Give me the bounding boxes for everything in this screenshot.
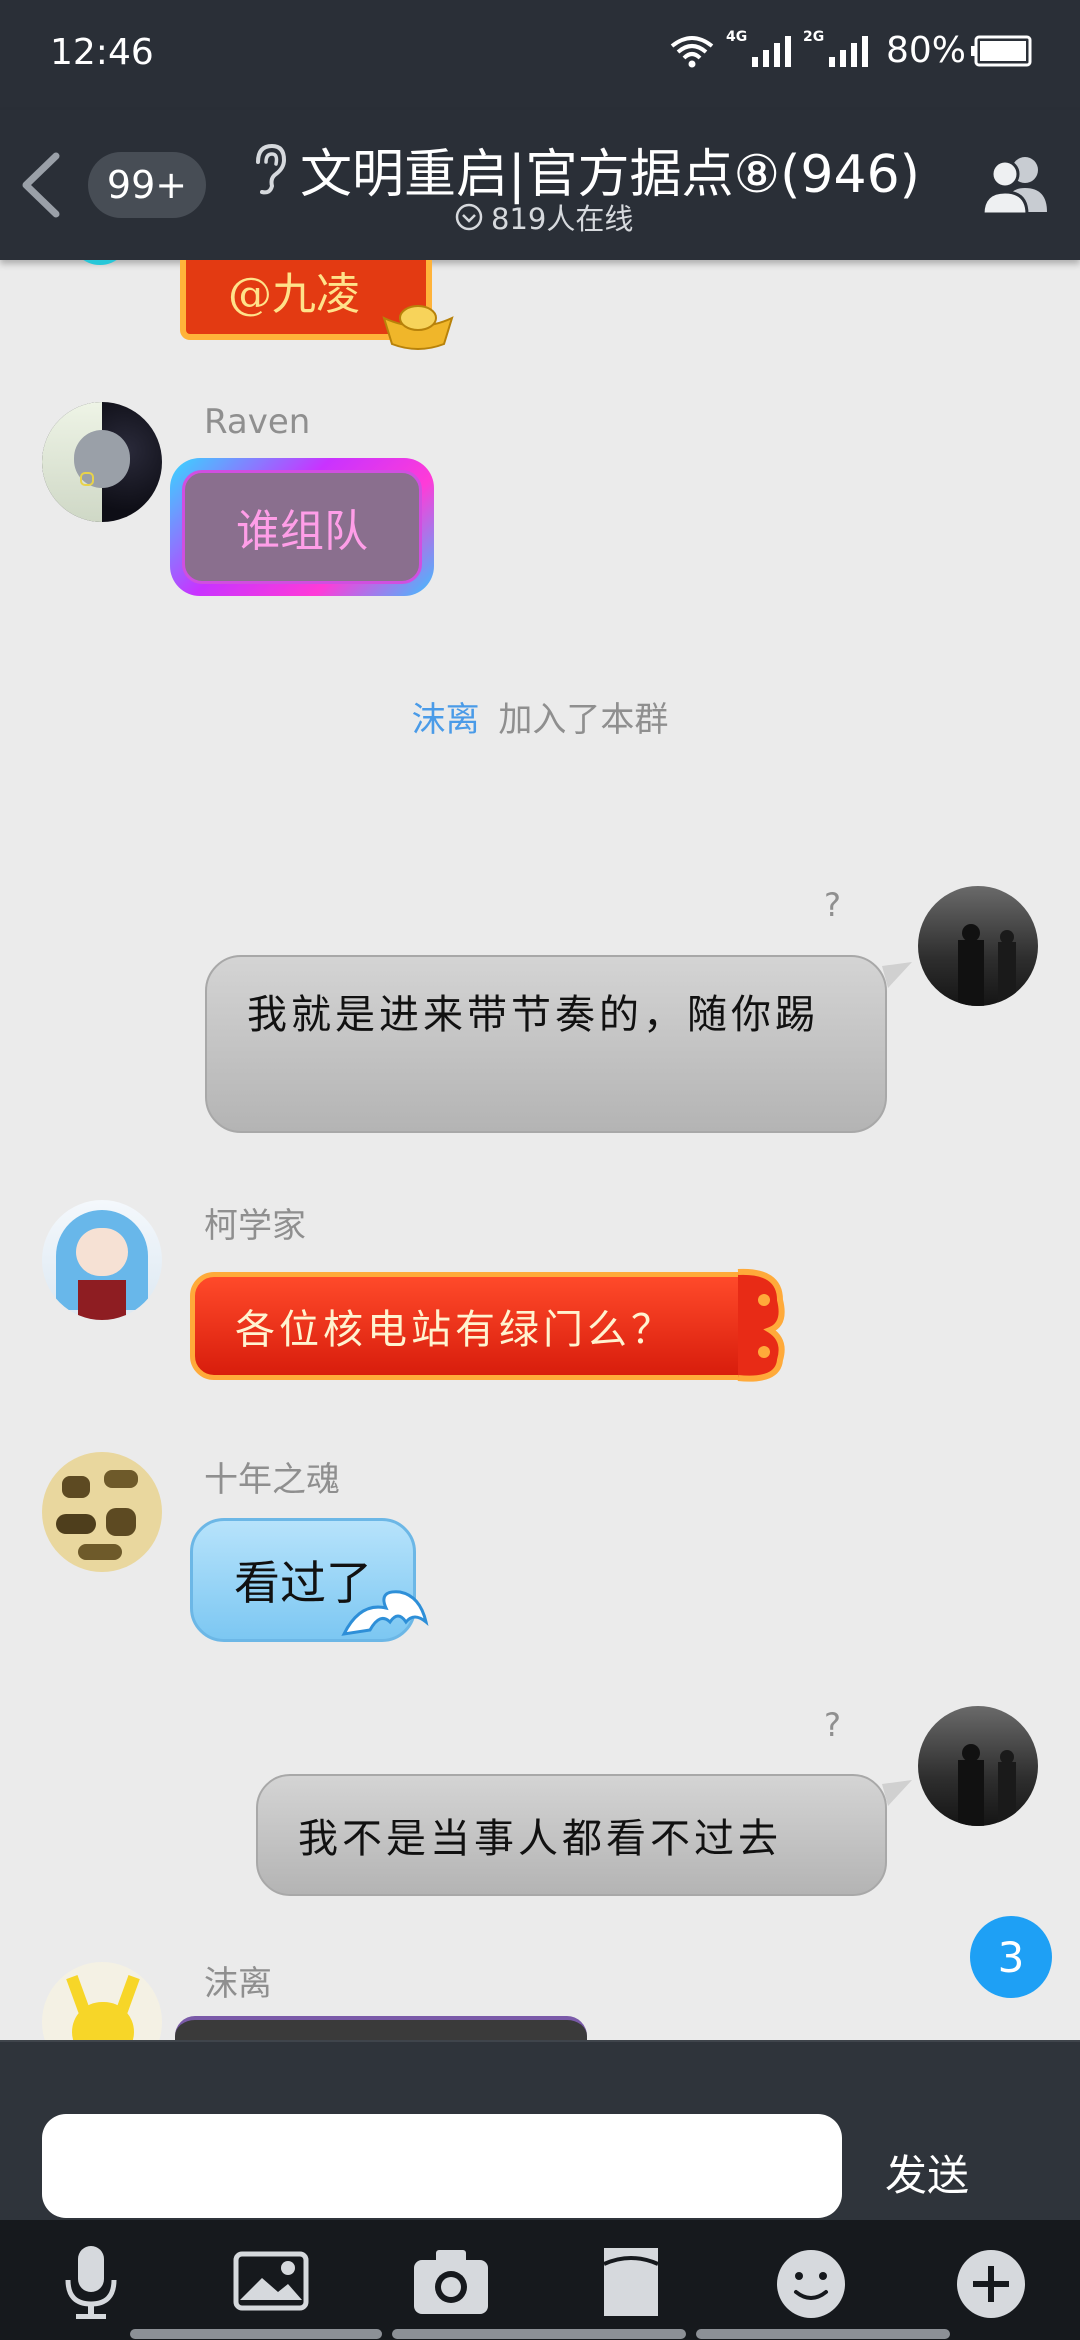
system-notice: 沫离 加入了本群 [0, 692, 1080, 741]
image-icon[interactable] [226, 2242, 316, 2322]
bubble-ornament-icon [737, 1268, 785, 1382]
nav-indicator [130, 2329, 382, 2339]
message-status-mark: ? [824, 1706, 841, 1744]
partial-avatar [70, 260, 130, 265]
message-text: @九凌 [228, 269, 360, 320]
input-toolbar [0, 2220, 1080, 2340]
input-area: 发送 [0, 2040, 1080, 2222]
joined-user-name[interactable]: 沫离 [412, 700, 480, 740]
message-text: 谁组队 [236, 506, 368, 557]
group-members-icon[interactable] [975, 150, 1055, 220]
message-input[interactable] [42, 2114, 842, 2218]
online-count[interactable]: 819人在线 [455, 196, 633, 238]
unread-count-badge[interactable]: 99+ [88, 152, 206, 218]
avatar[interactable] [42, 1452, 162, 1572]
wave-icon [341, 1590, 429, 1636]
microphone-icon[interactable] [46, 2242, 136, 2322]
nav-indicator [392, 2329, 686, 2339]
sender-name: 柯学家 [204, 1206, 306, 1246]
avatar[interactable] [918, 886, 1038, 1006]
online-count-text: 819人在线 [491, 202, 634, 236]
emoji-icon[interactable] [766, 2242, 856, 2322]
bubble-tail [882, 962, 912, 988]
new-message-count: 3 [997, 1932, 1025, 1982]
bubble-tail [882, 1780, 912, 1806]
battery-percent: 80% [885, 30, 966, 71]
nav-indicator [696, 2329, 950, 2339]
message-list[interactable]: @九凌 Raven 谁组队 沫离 加入了本群 ? 我就是进来带节奏的，随你踢 柯… [0, 260, 1080, 2040]
back-arrow-icon[interactable] [12, 150, 72, 220]
plus-icon[interactable] [946, 2242, 1036, 2322]
ear-icon [256, 143, 287, 195]
chat-header: 99+ 文明重启|官方据点⑧(946) 819人在线 [0, 110, 1080, 260]
message-bubble[interactable]: 谁组队 [170, 458, 434, 596]
status-indicators: 4G 2G 80% [670, 29, 1032, 71]
message-bubble[interactable]: 各位核电站有绿门么？ [190, 1272, 770, 1380]
avatar[interactable] [42, 402, 162, 522]
avatar[interactable] [42, 1962, 162, 2040]
status-time: 12:46 [50, 32, 154, 73]
message-bubble[interactable] [175, 2016, 587, 2040]
file-icon[interactable] [586, 2242, 676, 2322]
message-bubble[interactable]: 我就是进来带节奏的，随你踢 [205, 955, 887, 1133]
message-text: 我不是当事人都看不过去 [298, 1816, 782, 1862]
wifi-icon [670, 35, 714, 67]
sender-name: 沫离 [204, 1964, 272, 2004]
message-text: 各位核电站有绿门么？ [235, 1307, 675, 1353]
signal-4g-icon: 4G [726, 29, 791, 67]
send-button[interactable]: 发送 [885, 2142, 969, 2203]
gold-ingot-icon [382, 305, 454, 350]
chevron-down-circle-icon [455, 203, 483, 231]
sender-name: Raven [204, 402, 311, 442]
battery-icon [971, 35, 1032, 66]
camera-icon[interactable] [406, 2242, 496, 2322]
system-notice-text: 加入了本群 [498, 700, 669, 740]
message-status-mark: ? [824, 886, 841, 924]
avatar[interactable] [42, 1200, 162, 1320]
new-message-badge[interactable]: 3 [970, 1916, 1052, 1998]
sender-name: 十年之魂 [204, 1460, 340, 1500]
signal-2g-icon: 2G [803, 29, 868, 67]
message-bubble[interactable]: 我不是当事人都看不过去 [256, 1774, 887, 1896]
message-text: 我就是进来带节奏的，随你踢 [247, 992, 819, 1038]
status-bar: 12:46 4G 2G 80% [0, 0, 1080, 110]
avatar[interactable] [918, 1706, 1038, 1826]
